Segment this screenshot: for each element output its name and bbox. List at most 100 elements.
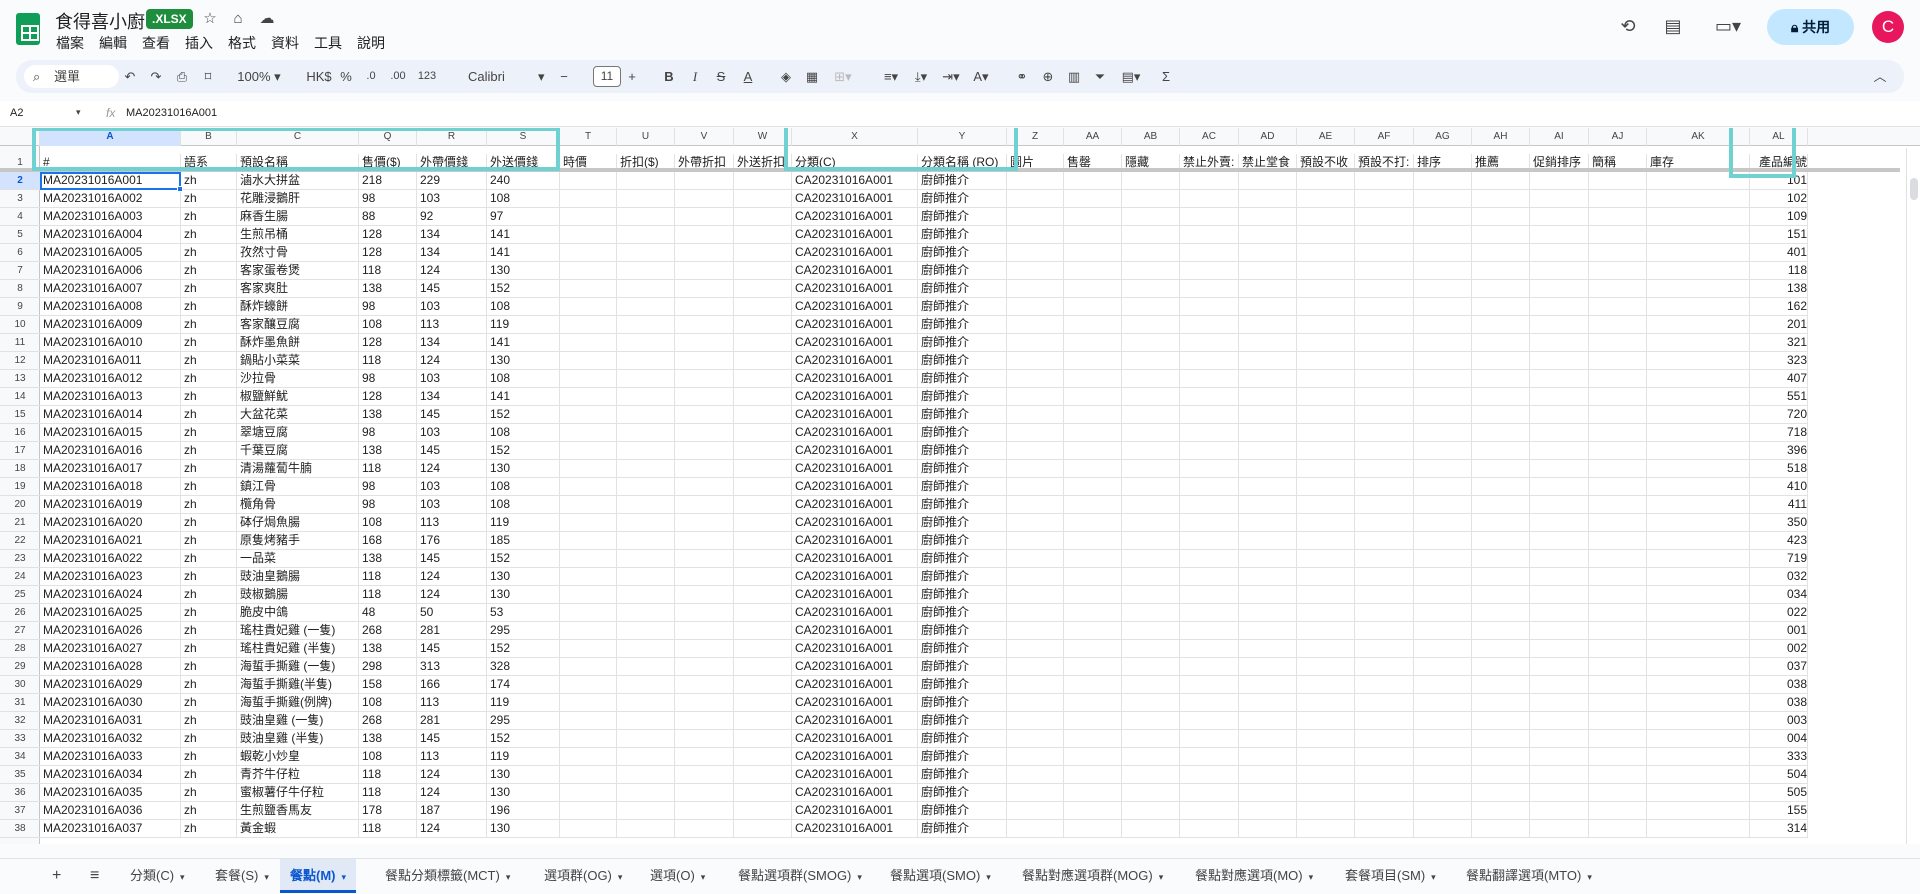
table-cell[interactable] [1239, 388, 1297, 406]
chevron-down-icon[interactable]: ▾ [986, 872, 991, 882]
table-cell[interactable]: MA20231016A011 [40, 352, 181, 370]
table-cell[interactable]: zh [181, 586, 237, 604]
row-header[interactable]: 15 [0, 406, 40, 424]
cloud-status-icon[interactable]: ☁ [258, 10, 276, 28]
table-cell[interactable] [1355, 298, 1414, 316]
table-cell[interactable] [1472, 298, 1530, 316]
menu-tools[interactable]: 工具 [314, 33, 349, 53]
table-cell[interactable]: CA20231016A001 [792, 694, 918, 712]
table-cell[interactable] [1589, 532, 1647, 550]
table-cell[interactable] [1414, 550, 1472, 568]
table-cell[interactable] [1180, 766, 1239, 784]
table-cell[interactable]: 411 [1750, 496, 1808, 514]
table-cell[interactable]: 廚師推介 [918, 424, 1007, 442]
table-cell[interactable] [675, 442, 734, 460]
table-cell[interactable]: 廚師推介 [918, 244, 1007, 262]
table-cell[interactable]: 196 [487, 802, 560, 820]
table-cell[interactable] [1530, 208, 1589, 226]
column-header-ad[interactable]: AD [1239, 128, 1297, 146]
table-cell[interactable] [1064, 640, 1122, 658]
table-cell[interactable] [1239, 586, 1297, 604]
table-cell[interactable] [1472, 388, 1530, 406]
table-cell[interactable] [560, 244, 617, 262]
table-cell[interactable]: 一品菜 [237, 550, 359, 568]
active-cell[interactable] [40, 172, 181, 190]
table-cell[interactable]: 401 [1750, 244, 1808, 262]
table-cell[interactable]: zh [181, 730, 237, 748]
table-cell[interactable]: 廚師推介 [918, 730, 1007, 748]
table-cell[interactable] [734, 334, 792, 352]
table-cell[interactable] [560, 784, 617, 802]
table-cell[interactable] [1007, 568, 1064, 586]
table-cell[interactable] [1647, 694, 1750, 712]
table-cell[interactable] [675, 496, 734, 514]
table-cell[interactable] [1180, 208, 1239, 226]
table-cell[interactable] [1239, 262, 1297, 280]
table-cell[interactable] [1355, 784, 1414, 802]
table-cell[interactable] [1530, 766, 1589, 784]
table-cell[interactable] [1122, 604, 1180, 622]
table-cell[interactable] [734, 550, 792, 568]
table-cell[interactable] [1414, 784, 1472, 802]
table-cell[interactable] [560, 334, 617, 352]
table-cell[interactable] [1297, 190, 1355, 208]
table-cell[interactable] [1064, 262, 1122, 280]
table-cell[interactable]: 407 [1750, 370, 1808, 388]
table-cell[interactable]: 108 [487, 478, 560, 496]
table-cell[interactable]: 268 [359, 712, 417, 730]
table-cell[interactable] [1297, 604, 1355, 622]
table-cell[interactable] [1239, 622, 1297, 640]
table-cell[interactable] [1180, 172, 1239, 190]
table-cell[interactable] [1180, 244, 1239, 262]
table-cell[interactable] [1589, 244, 1647, 262]
table-cell[interactable]: 廚師推介 [918, 442, 1007, 460]
table-cell[interactable] [560, 586, 617, 604]
table-cell[interactable] [560, 316, 617, 334]
table-cell[interactable]: CA20231016A001 [792, 208, 918, 226]
table-cell[interactable]: MA20231016A017 [40, 460, 181, 478]
table-cell[interactable] [1355, 730, 1414, 748]
table-cell[interactable]: zh [181, 262, 237, 280]
table-cell[interactable] [1064, 352, 1122, 370]
table-cell[interactable]: MA20231016A028 [40, 658, 181, 676]
table-cell[interactable]: zh [181, 406, 237, 424]
table-cell[interactable] [560, 478, 617, 496]
table-cell[interactable] [1297, 532, 1355, 550]
table-cell[interactable] [1472, 784, 1530, 802]
table-cell[interactable] [1239, 406, 1297, 424]
table-cell[interactable] [1472, 820, 1530, 838]
menu-data[interactable]: 資料 [271, 33, 306, 53]
table-cell[interactable] [1064, 370, 1122, 388]
table-cell[interactable]: 108 [359, 514, 417, 532]
table-cell[interactable]: 295 [487, 712, 560, 730]
fill-handle[interactable] [177, 186, 183, 192]
table-cell[interactable] [1239, 352, 1297, 370]
table-cell[interactable]: 001 [1750, 622, 1808, 640]
table-cell[interactable] [675, 208, 734, 226]
table-cell[interactable] [1007, 370, 1064, 388]
table-cell[interactable] [1414, 370, 1472, 388]
table-cell[interactable] [617, 514, 675, 532]
table-cell[interactable] [1007, 298, 1064, 316]
table-cell[interactable] [1239, 514, 1297, 532]
table-cell[interactable]: MA20231016A032 [40, 730, 181, 748]
table-cell[interactable]: 廚師推介 [918, 784, 1007, 802]
table-cell[interactable] [1530, 370, 1589, 388]
chevron-down-icon[interactable]: ▾ [701, 872, 706, 882]
table-cell[interactable]: 141 [487, 226, 560, 244]
table-cell[interactable]: CA20231016A001 [792, 370, 918, 388]
table-cell[interactable] [1472, 694, 1530, 712]
column-header-aa[interactable]: AA [1064, 128, 1122, 146]
table-cell[interactable] [1472, 622, 1530, 640]
table-cell[interactable] [1472, 352, 1530, 370]
table-cell[interactable] [1355, 226, 1414, 244]
table-cell[interactable] [734, 496, 792, 514]
table-cell[interactable]: 134 [417, 244, 487, 262]
menu-edit[interactable]: 編輯 [99, 33, 134, 53]
table-cell[interactable] [1530, 712, 1589, 730]
table-cell[interactable]: zh [181, 712, 237, 730]
table-cell[interactable]: 168 [359, 532, 417, 550]
table-cell[interactable] [734, 208, 792, 226]
filter-icon[interactable]: ⏷ [1090, 60, 1110, 93]
table-cell[interactable] [1122, 622, 1180, 640]
